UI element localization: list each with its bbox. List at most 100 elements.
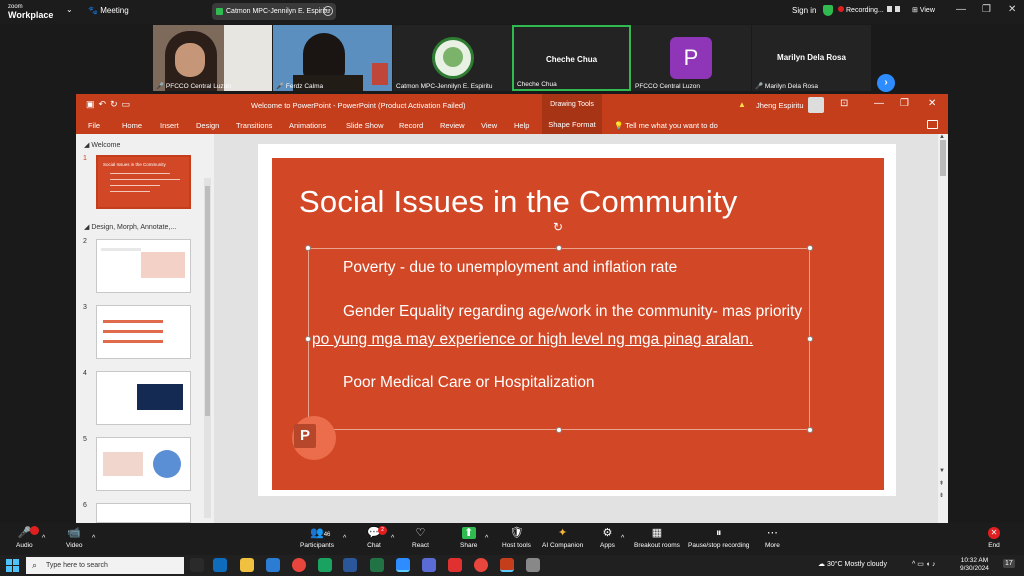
minimize-icon[interactable]: —	[874, 98, 884, 109]
quick-access-toolbar[interactable]: ▣↶↻▭	[86, 99, 134, 110]
stop-icon[interactable]	[894, 6, 900, 12]
maximize-icon[interactable]: ❐	[982, 4, 991, 15]
chevron-up-icon[interactable]: ^	[42, 535, 45, 542]
chevron-up-icon[interactable]: ^	[92, 535, 95, 542]
app-icon[interactable]	[448, 558, 462, 572]
resize-handle[interactable]	[807, 427, 813, 433]
meeting-menu[interactable]: 🐾 Meeting	[88, 6, 129, 15]
chrome-icon[interactable]	[474, 558, 488, 572]
next-slide-icon[interactable]: ⇟	[939, 492, 944, 499]
audio-button[interactable]: 🎤 Audio	[16, 526, 39, 549]
taskbar-search-input[interactable]: ⌕ Type here to search	[26, 557, 184, 574]
bullet-text[interactable]: Gender Equality regarding age/work in th…	[343, 303, 802, 321]
edge-icon[interactable]	[213, 558, 227, 572]
resize-handle[interactable]	[807, 336, 813, 342]
next-page-arrow-icon[interactable]: ›	[877, 74, 895, 92]
notification-badge[interactable]: 17	[1003, 559, 1015, 568]
weather-widget[interactable]: ☁ 30°C Mostly cloudy	[818, 560, 887, 568]
powerpoint-icon[interactable]	[500, 558, 514, 572]
recording-indicator[interactable]: Recording...	[838, 6, 900, 14]
slide-thumbnail-4[interactable]	[96, 371, 191, 425]
participant-tile-active-speaker[interactable]: Cheche Chua Cheche Chua	[512, 25, 631, 91]
bullet-text[interactable]: Poverty - due to unemployment and inflat…	[343, 259, 677, 277]
avatar[interactable]	[808, 97, 824, 113]
bullet-text[interactable]: Poor Medical Care or Hospitalization	[343, 374, 595, 392]
prev-slide-icon[interactable]: ⇞	[939, 480, 944, 487]
participants-button[interactable]: 👥46 Participants	[300, 527, 334, 549]
tab-view[interactable]: View	[481, 121, 497, 130]
app-icon[interactable]	[422, 558, 436, 572]
participant-tile[interactable]: Marilyn Dela Rosa 🎤 Marilyn Dela Rosa	[752, 25, 871, 91]
chrome-icon[interactable]	[292, 558, 306, 572]
end-meeting-button[interactable]: ✕ End	[988, 527, 1000, 549]
video-button[interactable]: 📹 Video	[66, 527, 83, 549]
file-explorer-icon[interactable]	[240, 558, 254, 572]
tab-home[interactable]: Home	[122, 121, 142, 130]
warning-icon[interactable]: ▲	[738, 100, 746, 109]
bullet-text[interactable]: po yung mga may experience or high level…	[312, 331, 753, 349]
participant-tile[interactable]: 🎤 Ferdz Calma	[273, 25, 392, 91]
tab-record[interactable]: Record	[399, 121, 423, 130]
ai-companion-button[interactable]: ✦ AI Companion	[542, 527, 583, 549]
screen-share-pill[interactable]: Catmon MPC-Jennilyn E. Espiritu ⋯	[212, 3, 336, 20]
app-icon[interactable]	[526, 558, 540, 572]
scroll-down-icon[interactable]: ▼	[939, 468, 945, 474]
windows-start-icon[interactable]	[6, 559, 19, 572]
slide-thumbnail-6[interactable]	[96, 503, 191, 523]
slide-thumbnail-1[interactable]: Social Issues in the Community	[96, 155, 191, 209]
thumbnail-scrollbar[interactable]	[204, 178, 211, 518]
participant-tile[interactable]: P PFCCO Central Luzon	[632, 25, 751, 91]
redo-icon[interactable]: ↻	[110, 99, 122, 109]
excel-icon[interactable]	[370, 558, 384, 572]
undo-icon[interactable]: ↶	[99, 99, 111, 109]
ribbon-display-icon[interactable]: ⊡	[840, 98, 848, 109]
resize-handle[interactable]	[305, 245, 311, 251]
current-slide[interactable]: Social Issues in the Community ↻ Poverty…	[272, 158, 884, 490]
sign-in-link[interactable]: Sign in	[792, 6, 816, 15]
word-icon[interactable]	[343, 558, 357, 572]
chevron-up-icon[interactable]: ^	[391, 535, 394, 542]
resize-handle[interactable]	[556, 245, 562, 251]
pause-stop-recording-button[interactable]: ⏸ Pause/stop recording	[688, 527, 749, 549]
task-view-icon[interactable]	[190, 558, 204, 572]
zoom-icon[interactable]	[396, 558, 410, 572]
tab-shape-format[interactable]: Shape Format	[542, 116, 602, 134]
comments-icon[interactable]	[927, 120, 938, 129]
tab-animations[interactable]: Animations	[289, 121, 326, 130]
options-icon[interactable]: ⋯	[323, 6, 333, 16]
tab-transitions[interactable]: Transitions	[236, 121, 272, 130]
host-tools-button[interactable]: 🛡 Host tools	[502, 527, 531, 549]
tray-icons[interactable]: ^ ▭ ◖ ♪	[912, 560, 935, 568]
tab-review[interactable]: Review	[440, 121, 465, 130]
resize-handle[interactable]	[807, 245, 813, 251]
tell-me-search[interactable]: 💡 Tell me what you want to do	[614, 121, 718, 130]
chevron-up-icon[interactable]: ^	[343, 535, 346, 542]
slide-thumbnail-3[interactable]	[96, 305, 191, 359]
restore-icon[interactable]: ❐	[900, 98, 909, 109]
breakout-rooms-button[interactable]: ▦ Breakout rooms	[634, 527, 680, 549]
slideshow-icon[interactable]: ▭	[122, 99, 135, 109]
tab-insert[interactable]: Insert	[160, 121, 179, 130]
close-icon[interactable]: ✕	[1008, 4, 1016, 15]
editor-scrollbar[interactable]: ▲ ▼ ⇞ ⇟	[938, 134, 948, 523]
security-shield-icon[interactable]	[823, 5, 833, 16]
apps-button[interactable]: ⚙ Apps	[600, 527, 615, 549]
rotate-handle-icon[interactable]: ↻	[553, 220, 563, 234]
share-button[interactable]: ⬆ Share	[460, 527, 477, 549]
chevron-down-icon[interactable]: ⌄	[66, 5, 73, 14]
system-clock[interactable]: 10:32 AM 9/30/2024	[960, 557, 989, 573]
tab-file[interactable]: File	[88, 121, 100, 130]
react-button[interactable]: ♡ React	[412, 527, 429, 549]
minimize-icon[interactable]: —	[956, 4, 966, 15]
chevron-up-icon[interactable]: ^	[485, 535, 488, 542]
app-icon[interactable]	[318, 558, 332, 572]
pause-icon[interactable]	[886, 6, 892, 12]
view-menu[interactable]: ⊞ View	[912, 6, 935, 14]
resize-handle[interactable]	[556, 427, 562, 433]
chevron-up-icon[interactable]: ^	[621, 535, 624, 542]
tab-slide-show[interactable]: Slide Show	[346, 121, 384, 130]
participant-tile[interactable]: Catmon MPC-Jennilyn E. Espiritu	[393, 25, 512, 91]
resize-handle[interactable]	[305, 336, 311, 342]
slide-thumbnail-2[interactable]	[96, 239, 191, 293]
tab-design[interactable]: Design	[196, 121, 219, 130]
